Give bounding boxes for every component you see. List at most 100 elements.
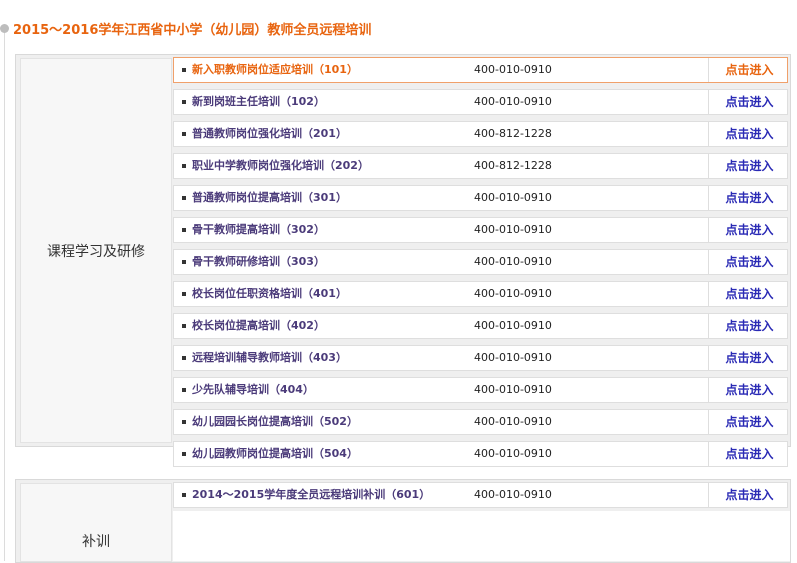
enter-link[interactable]: 点击进入 — [725, 488, 773, 502]
enter-link[interactable]: 点击进入 — [725, 415, 773, 429]
hotline-number: 400-010-0910 — [474, 287, 552, 300]
course-name: 骨干教师提高培训（302） — [192, 223, 325, 236]
course-name: 新入职教师岗位适应培训（101） — [192, 63, 358, 76]
enter-link[interactable]: 点击进入 — [725, 447, 773, 461]
hotline-number: 400-812-1228 — [474, 159, 552, 172]
enter-link[interactable]: 点击进入 — [725, 127, 773, 141]
hotline-number: 400-812-1228 — [474, 127, 552, 140]
course-name: 普通教师岗位提高培训（301） — [192, 191, 347, 204]
bullet-icon — [182, 493, 186, 497]
category-label-text: 课程学习及研修 — [47, 243, 145, 260]
enter-cell: 点击进入 — [708, 122, 790, 146]
category-label: 补训 — [20, 483, 172, 562]
course-row: 骨干教师研修培训（303） 400-010-0910 点击进入 — [173, 249, 788, 275]
course-row: 幼儿园教师岗位提高培训（504） 400-010-0910 点击进入 — [173, 441, 788, 467]
enter-link[interactable]: 点击进入 — [725, 255, 773, 269]
bullet-icon — [182, 324, 186, 328]
enter-link[interactable]: 点击进入 — [725, 95, 773, 109]
enter-cell: 点击进入 — [708, 218, 790, 242]
enter-cell: 点击进入 — [708, 346, 790, 370]
enter-cell: 点击进入 — [708, 90, 790, 114]
course-name-cell: 职业中学教师岗位强化培训（202） — [174, 154, 459, 178]
course-row: 远程培训辅导教师培训（403） 400-010-0910 点击进入 — [173, 345, 788, 371]
course-row: 普通教师岗位提高培训（301） 400-010-0910 点击进入 — [173, 185, 788, 211]
course-name: 幼儿园教师岗位提高培训（504） — [192, 447, 358, 460]
course-name-cell: 校长岗位提高培训（402） — [174, 314, 459, 338]
enter-cell: 点击进入 — [708, 442, 790, 466]
hotline-number: 400-010-0910 — [474, 383, 552, 396]
makeup-section: 补训 2014～2015学年度全员远程培训补训（601） 400-010-091… — [15, 479, 791, 563]
enter-cell: 点击进入 — [708, 154, 790, 178]
hotline-number: 400-010-0910 — [474, 63, 552, 76]
course-list: 新入职教师岗位适应培训（101） 400-010-0910 点击进入 新到岗班主… — [173, 57, 788, 473]
course-name: 幼儿园园长岗位提高培训（502） — [192, 415, 358, 428]
timeline-line — [4, 30, 5, 561]
enter-link[interactable]: 点击进入 — [725, 287, 773, 301]
hotline-number: 400-010-0910 — [474, 319, 552, 332]
hotline-number: 400-010-0910 — [474, 488, 552, 501]
empty-area — [173, 511, 790, 561]
course-row: 校长岗位任职资格培训（401） 400-010-0910 点击进入 — [173, 281, 788, 307]
enter-link[interactable]: 点击进入 — [725, 63, 773, 77]
course-name-cell: 新到岗班主任培训（102） — [174, 90, 459, 114]
hotline-number: 400-010-0910 — [474, 447, 552, 460]
bullet-icon — [182, 292, 186, 296]
course-name: 职业中学教师岗位强化培训（202） — [192, 159, 369, 172]
hotline-number: 400-010-0910 — [474, 351, 552, 364]
bullet-icon — [182, 356, 186, 360]
bullet-icon — [182, 388, 186, 392]
enter-cell: 点击进入 — [708, 282, 790, 306]
enter-cell: 点击进入 — [708, 378, 790, 402]
course-name-cell: 普通教师岗位提高培训（301） — [174, 186, 459, 210]
bullet-icon — [182, 164, 186, 168]
course-name-cell: 校长岗位任职资格培训（401） — [174, 282, 459, 306]
enter-cell: 点击进入 — [708, 186, 790, 210]
course-name: 远程培训辅导教师培训（403） — [192, 351, 347, 364]
bullet-icon — [182, 100, 186, 104]
course-name-cell: 骨干教师研修培训（303） — [174, 250, 459, 274]
page-title: 2015～2016学年江西省中小学（幼儿园）教师全员远程培训 — [13, 23, 372, 38]
bullet-icon — [182, 132, 186, 136]
course-name-cell: 少先队辅导培训（404） — [174, 378, 459, 402]
course-row: 幼儿园园长岗位提高培训（502） 400-010-0910 点击进入 — [173, 409, 788, 435]
bullet-icon — [182, 260, 186, 264]
course-name-cell: 2014～2015学年度全员远程培训补训（601） — [174, 483, 459, 507]
enter-link[interactable]: 点击进入 — [725, 159, 773, 173]
bullet-icon — [182, 420, 186, 424]
enter-cell: 点击进入 — [708, 410, 790, 434]
course-name: 2014～2015学年度全员远程培训补训（601） — [192, 488, 431, 501]
enter-link[interactable]: 点击进入 — [725, 319, 773, 333]
bullet-icon — [182, 68, 186, 72]
enter-cell: 点击进入 — [708, 314, 790, 338]
course-row: 新到岗班主任培训（102） 400-010-0910 点击进入 — [173, 89, 788, 115]
course-row: 普通教师岗位强化培训（201） 400-812-1228 点击进入 — [173, 121, 788, 147]
hotline-number: 400-010-0910 — [474, 255, 552, 268]
course-name-cell: 远程培训辅导教师培训（403） — [174, 346, 459, 370]
course-name: 少先队辅导培训（404） — [192, 383, 314, 396]
course-name-cell: 新入职教师岗位适应培训（101） — [174, 58, 459, 82]
course-name: 骨干教师研修培训（303） — [192, 255, 325, 268]
enter-link[interactable]: 点击进入 — [725, 223, 773, 237]
course-section: 课程学习及研修 新入职教师岗位适应培训（101） 400-010-0910 点击… — [15, 54, 791, 467]
course-name: 普通教师岗位强化培训（201） — [192, 127, 347, 140]
course-name: 校长岗位提高培训（402） — [192, 319, 325, 332]
course-name-cell: 幼儿园园长岗位提高培训（502） — [174, 410, 459, 434]
course-row: 职业中学教师岗位强化培训（202） 400-812-1228 点击进入 — [173, 153, 788, 179]
bullet-icon — [182, 196, 186, 200]
enter-link[interactable]: 点击进入 — [725, 383, 773, 397]
course-name-cell: 幼儿园教师岗位提高培训（504） — [174, 442, 459, 466]
category-label: 课程学习及研修 — [20, 58, 172, 443]
course-row: 少先队辅导培训（404） 400-010-0910 点击进入 — [173, 377, 788, 403]
hotline-number: 400-010-0910 — [474, 415, 552, 428]
enter-link[interactable]: 点击进入 — [725, 191, 773, 205]
hotline-number: 400-010-0910 — [474, 223, 552, 236]
hotline-number: 400-010-0910 — [474, 191, 552, 204]
course-name-cell: 骨干教师提高培训（302） — [174, 218, 459, 242]
enter-link[interactable]: 点击进入 — [725, 351, 773, 365]
course-name: 新到岗班主任培训（102） — [192, 95, 325, 108]
enter-cell: 点击进入 — [708, 250, 790, 274]
timeline-dot — [0, 24, 9, 33]
course-row: 校长岗位提高培训（402） 400-010-0910 点击进入 — [173, 313, 788, 339]
course-list: 2014～2015学年度全员远程培训补训（601） 400-010-0910 点… — [173, 482, 788, 514]
course-row: 骨干教师提高培训（302） 400-010-0910 点击进入 — [173, 217, 788, 243]
